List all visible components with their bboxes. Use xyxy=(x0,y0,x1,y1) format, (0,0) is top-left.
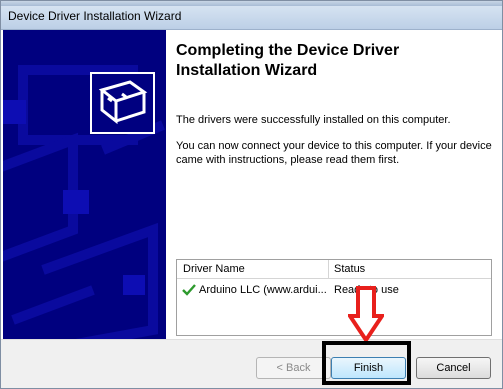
heading-line-2: Installation Wizard xyxy=(176,62,318,79)
heading-line-1: Completing the Device Driver xyxy=(176,42,400,59)
wizard-banner-panel xyxy=(3,30,166,339)
red-arrow-annotation xyxy=(348,286,384,342)
column-separator[interactable] xyxy=(328,260,329,278)
instructions-message: You can now connect your device to this … xyxy=(176,139,494,167)
green-check-icon xyxy=(182,284,196,296)
instructions-line-1: You can now connect your device to this … xyxy=(176,140,492,152)
back-button[interactable]: < Back xyxy=(256,357,331,379)
finish-highlight-box xyxy=(322,341,411,385)
column-header-driver-name[interactable]: Driver Name xyxy=(183,263,245,275)
driver-row[interactable]: Arduino LLC (www.ardui... Ready to use xyxy=(177,281,491,299)
title-bar: Device Driver Installation Wizard xyxy=(1,1,502,30)
device-icon xyxy=(90,72,155,134)
wizard-content: Completing the Device Driver Installatio… xyxy=(166,30,502,339)
page-heading: Completing the Device Driver Installatio… xyxy=(176,41,476,81)
title-top-strip xyxy=(1,1,502,6)
driver-name: Arduino LLC (www.ardui... xyxy=(199,284,327,296)
cancel-button[interactable]: Cancel xyxy=(416,357,491,379)
driver-list[interactable]: Driver Name Status Arduino LLC (www.ardu… xyxy=(176,259,492,336)
success-message: The drivers were successfully installed … xyxy=(176,114,451,126)
window-title: Device Driver Installation Wizard xyxy=(8,9,182,23)
column-header-status[interactable]: Status xyxy=(334,263,365,275)
button-bar: < Back Finish Cancel xyxy=(1,339,502,388)
instructions-line-2: came with instructions, please read them… xyxy=(176,154,400,166)
driver-list-header: Driver Name Status xyxy=(177,260,491,279)
wizard-window: Device Driver Installation Wizard Comple… xyxy=(0,0,503,389)
